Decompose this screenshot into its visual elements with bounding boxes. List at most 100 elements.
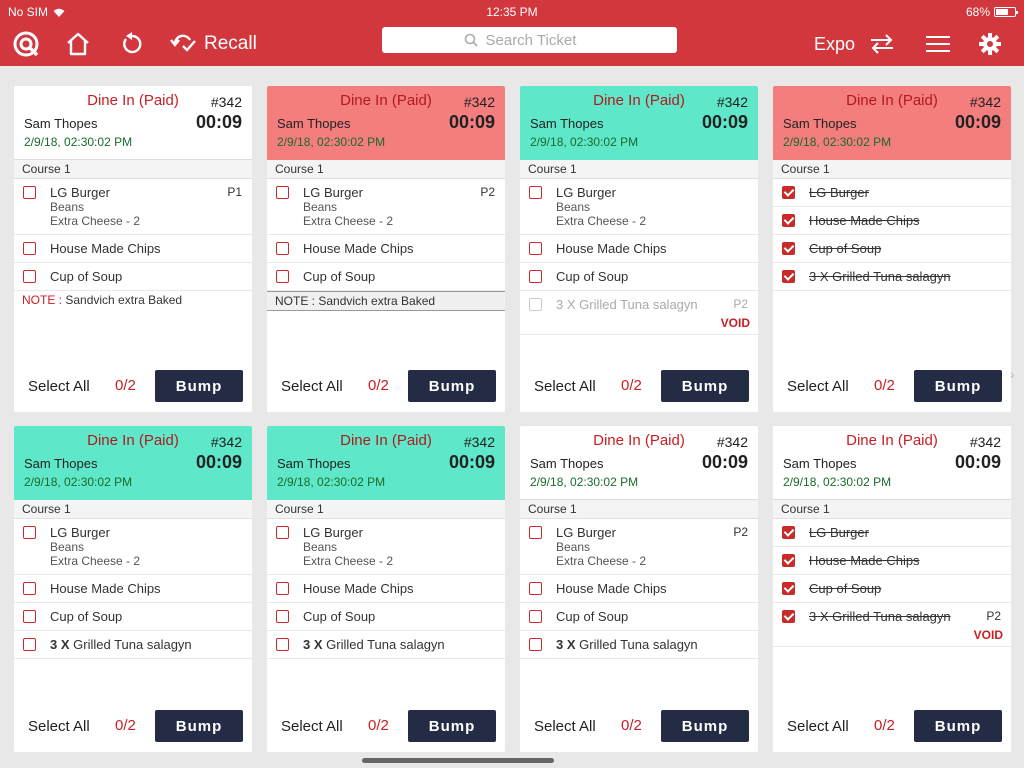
order-item-row[interactable]: Cup of Soup [773, 575, 1011, 603]
item-note: NOTE : Sandvich extra Baked [14, 291, 252, 311]
select-all-button[interactable]: Select All [787, 718, 849, 735]
order-item-row[interactable]: Cup of Soup [520, 263, 758, 291]
checked-checkbox[interactable] [782, 214, 795, 227]
item-checkbox[interactable] [23, 526, 36, 539]
order-item-row[interactable]: LG Burger [773, 179, 1011, 207]
recall-button[interactable]: Recall [170, 28, 257, 60]
order-item-row[interactable]: 3 X Grilled Tuna salagyn [14, 631, 252, 659]
item-checkbox[interactable] [23, 242, 36, 255]
order-item-row[interactable]: House Made Chips [520, 575, 758, 603]
order-item-row[interactable]: Cup of Soup [773, 235, 1011, 263]
refresh-icon[interactable] [116, 28, 148, 60]
order-item-row[interactable]: Cup of Soup [14, 263, 252, 291]
app-logo-icon[interactable] [10, 28, 42, 60]
checked-checkbox[interactable] [782, 610, 795, 623]
item-checkbox[interactable] [276, 638, 289, 651]
item-checkbox[interactable] [529, 186, 542, 199]
order-item-row[interactable]: LG Burger Beans Extra Cheese - 2 [14, 519, 252, 575]
order-item-row[interactable]: 3 X Grilled Tuna salagyn [520, 631, 758, 659]
checked-checkbox[interactable] [782, 186, 795, 199]
order-item-row[interactable]: House Made Chips [520, 235, 758, 263]
elapsed-timer: 00:09 [701, 112, 748, 132]
order-item-row[interactable]: House Made Chips [773, 207, 1011, 235]
order-item-row[interactable]: House Made Chips [773, 547, 1011, 575]
order-item-row[interactable]: 3 X Grilled Tuna salagyn P2 VOID [520, 291, 758, 335]
item-checkbox[interactable] [23, 582, 36, 595]
order-item-row[interactable]: LG Burger Beans Extra Cheese - 2 P1 [14, 179, 252, 235]
order-item-row[interactable]: LG Burger [773, 519, 1011, 547]
item-name-text: House Made Chips [809, 553, 920, 568]
item-checkbox[interactable] [276, 186, 289, 199]
item-checkbox[interactable] [529, 298, 542, 311]
order-item-row[interactable]: House Made Chips [14, 575, 252, 603]
settings-gear-icon[interactable] [974, 28, 1006, 60]
order-item-row[interactable]: House Made Chips [14, 235, 252, 263]
item-checkbox[interactable] [23, 270, 36, 283]
order-item-row[interactable]: 3 X Grilled Tuna salagyn P2 VOID [773, 603, 1011, 647]
item-checkbox[interactable] [23, 638, 36, 651]
item-checkbox[interactable] [276, 610, 289, 623]
select-all-button[interactable]: Select All [281, 378, 343, 395]
bump-button[interactable]: Bump [408, 370, 496, 402]
order-item-row[interactable]: Cup of Soup [520, 603, 758, 631]
checked-checkbox[interactable] [782, 526, 795, 539]
checked-checkbox[interactable] [782, 554, 795, 567]
order-item-row[interactable]: LG Burger Beans Extra Cheese - 2 [267, 519, 505, 575]
home-icon[interactable] [62, 28, 94, 60]
elapsed-timer: 00:09 [954, 112, 1001, 132]
bump-button[interactable]: Bump [661, 710, 749, 742]
bump-button[interactable]: Bump [914, 370, 1002, 402]
search-input[interactable] [485, 31, 596, 49]
bump-button[interactable]: Bump [408, 710, 496, 742]
select-all-button[interactable]: Select All [28, 378, 90, 395]
item-name-text: Grilled Tuna salagyn [73, 637, 192, 652]
item-name: Cup of Soup [556, 609, 750, 624]
order-item-row[interactable]: House Made Chips [267, 235, 505, 263]
order-ticket-card: Dine In (Paid) #342 Sam Thopes 00:09 2/9/18,… [14, 86, 252, 412]
order-item-row[interactable]: House Made Chips [267, 575, 505, 603]
checked-checkbox[interactable] [782, 582, 795, 595]
item-name: LG Burger [50, 525, 244, 540]
item-checkbox[interactable] [529, 270, 542, 283]
search-box[interactable] [382, 27, 677, 53]
item-checkbox[interactable] [23, 610, 36, 623]
item-name: LG Burger [50, 185, 244, 200]
order-item-row[interactable]: LG Burger Beans Extra Cheese - 2 P2 [520, 519, 758, 575]
bump-button[interactable]: Bump [914, 710, 1002, 742]
checked-checkbox[interactable] [782, 242, 795, 255]
select-all-button[interactable]: Select All [28, 718, 90, 735]
item-checkbox[interactable] [529, 638, 542, 651]
bump-button[interactable]: Bump [155, 710, 243, 742]
ticket-number: #342 [210, 434, 242, 450]
item-checkbox[interactable] [276, 270, 289, 283]
select-all-button[interactable]: Select All [534, 718, 596, 735]
menu-icon[interactable] [922, 28, 954, 60]
order-item-row[interactable]: Cup of Soup [267, 603, 505, 631]
select-all-button[interactable]: Select All [787, 378, 849, 395]
next-page-chevron-icon[interactable]: › [1010, 366, 1015, 382]
order-item-row[interactable]: Cup of Soup [267, 263, 505, 291]
checked-checkbox[interactable] [782, 270, 795, 283]
order-datetime: 2/9/18, 02:30:02 PM [24, 475, 133, 489]
bump-button[interactable]: Bump [661, 370, 749, 402]
select-all-button[interactable]: Select All [281, 718, 343, 735]
select-all-button[interactable]: Select All [534, 378, 596, 395]
item-checkbox[interactable] [276, 582, 289, 595]
order-item-row[interactable]: 3 X Grilled Tuna salagyn [773, 263, 1011, 291]
home-indicator[interactable] [362, 758, 554, 763]
order-item-row[interactable]: Cup of Soup [14, 603, 252, 631]
item-checkbox[interactable] [529, 242, 542, 255]
order-item-row[interactable]: LG Burger Beans Extra Cheese - 2 P2 [267, 179, 505, 235]
order-item-row[interactable]: 3 X Grilled Tuna salagyn [267, 631, 505, 659]
expo-button[interactable]: Expo [814, 28, 895, 60]
item-name: Cup of Soup [809, 241, 1003, 256]
item-name-text: 3 X Grilled Tuna salagyn [556, 297, 698, 312]
item-checkbox[interactable] [276, 526, 289, 539]
item-checkbox[interactable] [23, 186, 36, 199]
order-item-row[interactable]: LG Burger Beans Extra Cheese - 2 [520, 179, 758, 235]
item-checkbox[interactable] [529, 610, 542, 623]
bump-button[interactable]: Bump [155, 370, 243, 402]
item-checkbox[interactable] [276, 242, 289, 255]
item-checkbox[interactable] [529, 582, 542, 595]
item-checkbox[interactable] [529, 526, 542, 539]
